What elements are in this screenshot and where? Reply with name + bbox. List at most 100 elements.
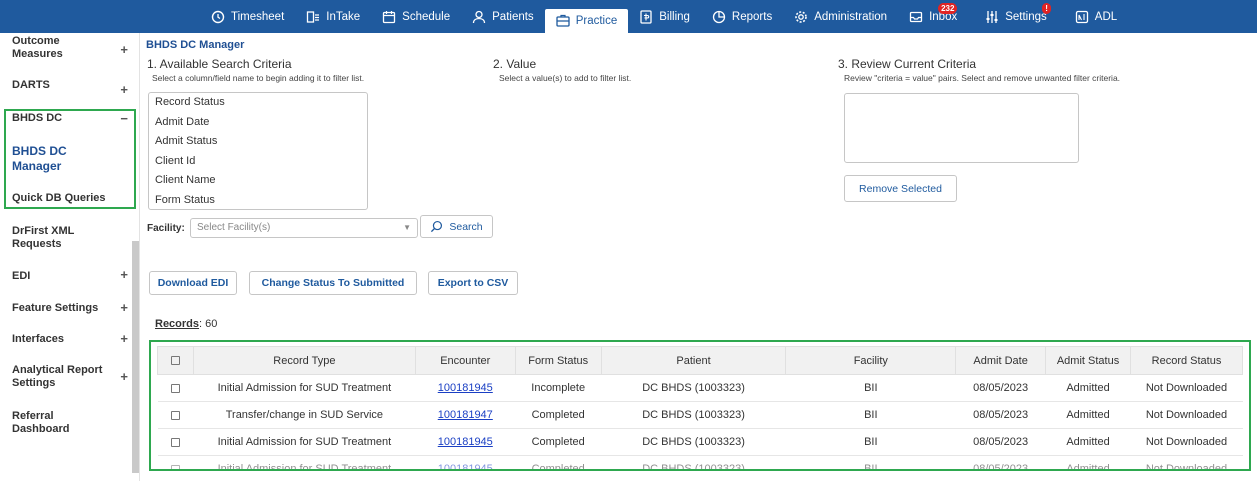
- column-header-encounter[interactable]: Encounter: [414, 346, 516, 375]
- column-header-record-status[interactable]: Record Status: [1129, 346, 1244, 375]
- sidebar-item-drfirst-xml[interactable]: DrFirst XML Requests: [12, 225, 132, 251]
- expand-icon[interactable]: +: [120, 332, 128, 345]
- encounter-link[interactable]: 100181945: [438, 436, 493, 448]
- encounter-link[interactable]: 100181945: [438, 382, 493, 394]
- download-edi-button[interactable]: Download EDI: [149, 271, 237, 295]
- expand-icon[interactable]: +: [120, 268, 128, 281]
- current-criteria-list[interactable]: [844, 93, 1079, 163]
- column-header-admit-status[interactable]: Admit Status: [1045, 346, 1131, 375]
- page-title: BHDS DC Manager: [146, 39, 245, 51]
- nav-schedule[interactable]: Schedule: [371, 0, 461, 33]
- admit-date-cell: 08/05/2023: [955, 428, 1046, 456]
- patient-cell: DC BHDS (1003323): [601, 401, 786, 429]
- admit-status-cell: Admitted: [1045, 374, 1131, 402]
- criteria-option-client-name[interactable]: Client Name: [149, 171, 367, 191]
- admit-date-cell: 08/05/2023: [955, 455, 1046, 469]
- sidebar-item-analytical-report-settings[interactable]: Analytical Report Settings +: [12, 364, 132, 390]
- record-type-cell: Initial Admission for SUD Treatment: [193, 428, 416, 456]
- sidebar-item-edi[interactable]: EDI +: [12, 268, 132, 283]
- sidebar-item-label: Referral Dashboard: [12, 410, 70, 435]
- row-checkbox[interactable]: [170, 383, 180, 393]
- nav-billing[interactable]: Billing: [628, 0, 701, 33]
- sidebar-scrollbar[interactable]: [132, 241, 139, 473]
- review-subtitle: Review "criteria = value" pairs. Select …: [844, 73, 1121, 83]
- criteria-list[interactable]: Record Status Admit Date Admit Status Cl…: [148, 92, 368, 210]
- encounter-link[interactable]: 100181947: [438, 409, 493, 421]
- inbox-icon: [909, 10, 923, 24]
- select-all-cell[interactable]: [157, 346, 194, 375]
- record-status-cell: Not Downloaded: [1130, 455, 1243, 469]
- main-content: BHDS DC Manager 1. Available Search Crit…: [146, 33, 1251, 481]
- table-header-row: Record Type Encounter Form Status Patien…: [157, 346, 1244, 375]
- nav-adl[interactable]: ADL: [1064, 0, 1128, 33]
- export-csv-button[interactable]: Export to CSV: [428, 271, 518, 295]
- criteria-subtitle: Select a column/field name to begin addi…: [152, 73, 365, 83]
- facility-placeholder: Select Facility(s): [197, 222, 271, 233]
- intake-icon: [306, 10, 320, 24]
- row-checkbox[interactable]: [170, 410, 180, 420]
- expand-icon[interactable]: +: [120, 43, 128, 56]
- remove-selected-button[interactable]: Remove Selected: [844, 175, 957, 202]
- record-status-cell: Not Downloaded: [1130, 374, 1243, 402]
- select-all-checkbox[interactable]: [170, 356, 180, 366]
- nav-label: Administration: [814, 10, 888, 23]
- adl-icon: [1075, 10, 1089, 24]
- nav-label: Timesheet: [231, 10, 285, 23]
- sidebar-item-label: EDI: [12, 270, 31, 282]
- nav-practice[interactable]: Practice: [544, 9, 629, 33]
- criteria-heading: 1. Available Search Criteria: [147, 57, 292, 71]
- calendar-icon: [382, 10, 396, 24]
- search-button[interactable]: Search: [420, 215, 493, 238]
- column-header-record-type[interactable]: Record Type: [192, 346, 416, 375]
- review-heading: 3. Review Current Criteria: [838, 57, 977, 71]
- nav-administration[interactable]: Administration: [783, 0, 898, 33]
- sidebar-item-label: Interfaces: [12, 333, 64, 345]
- admit-status-cell: Admitted: [1045, 401, 1131, 429]
- records-label: Records: [155, 318, 200, 330]
- nav-label: Billing: [659, 10, 690, 23]
- nav-settings[interactable]: Settings !: [974, 0, 1058, 33]
- practice-icon: [556, 14, 570, 28]
- criteria-option-admit-status[interactable]: Admit Status: [149, 132, 367, 152]
- expand-icon[interactable]: +: [120, 83, 128, 96]
- admit-status-cell: Admitted: [1045, 455, 1131, 469]
- value-subtitle: Select a value(s) to add to filter list.: [499, 73, 632, 83]
- nav-label: ADL: [1094, 10, 1118, 23]
- sidebar-item-label: DARTS: [12, 79, 50, 91]
- sidebar-item-quick-db-queries[interactable]: Quick DB Queries: [12, 192, 132, 205]
- criteria-option-form-status[interactable]: Form Status: [149, 191, 367, 211]
- column-header-patient[interactable]: Patient: [600, 346, 787, 375]
- criteria-option-admit-date[interactable]: Admit Date: [149, 113, 367, 133]
- criteria-option-client-id[interactable]: Client Id: [149, 152, 367, 172]
- row-checkbox[interactable]: [170, 464, 180, 469]
- nav-intake[interactable]: InTake: [295, 0, 371, 33]
- nav-label: Patients: [492, 10, 534, 23]
- sidebar-item-outcome-measures[interactable]: Outcome Measures +: [12, 35, 132, 61]
- nav-inbox[interactable]: Inbox 232: [898, 0, 968, 33]
- record-type-cell: Initial Admission for SUD Treatment: [193, 455, 416, 469]
- column-header-facility[interactable]: Facility: [785, 346, 957, 375]
- sidebar: Outcome Measures + DARTS + BHDS DC − BHD…: [0, 33, 140, 481]
- main-nav: Timesheet InTake Schedule Patients Pract…: [200, 0, 1128, 33]
- expand-icon[interactable]: +: [120, 370, 128, 383]
- change-status-button[interactable]: Change Status To Submitted: [249, 271, 417, 295]
- column-header-form-status[interactable]: Form Status: [514, 346, 602, 375]
- criteria-option-record-status[interactable]: Record Status: [149, 93, 367, 113]
- sidebar-item-feature-settings[interactable]: Feature Settings +: [12, 301, 132, 315]
- nav-patients[interactable]: Patients: [461, 0, 545, 33]
- expand-icon[interactable]: +: [120, 301, 128, 314]
- sidebar-item-referral-dashboard[interactable]: Referral Dashboard: [12, 410, 132, 436]
- patient-cell: DC BHDS (1003323): [601, 455, 786, 469]
- column-header-admit-date[interactable]: Admit Date: [955, 346, 1047, 375]
- facility-select[interactable]: Select Facility(s) ▼: [190, 218, 418, 238]
- records-table: Record Type Encounter Form Status Patien…: [157, 346, 1244, 469]
- nav-timesheet[interactable]: Timesheet: [200, 0, 295, 33]
- sidebar-item-darts[interactable]: DARTS +: [12, 79, 132, 96]
- nav-reports[interactable]: Reports: [701, 0, 783, 33]
- reports-icon: [712, 10, 726, 24]
- row-checkbox[interactable]: [170, 437, 180, 447]
- sidebar-item-interfaces[interactable]: Interfaces +: [12, 332, 132, 346]
- encounter-link[interactable]: 100181945: [438, 463, 493, 469]
- form-status-cell: Completed: [515, 455, 602, 469]
- records-value: : 60: [199, 318, 218, 330]
